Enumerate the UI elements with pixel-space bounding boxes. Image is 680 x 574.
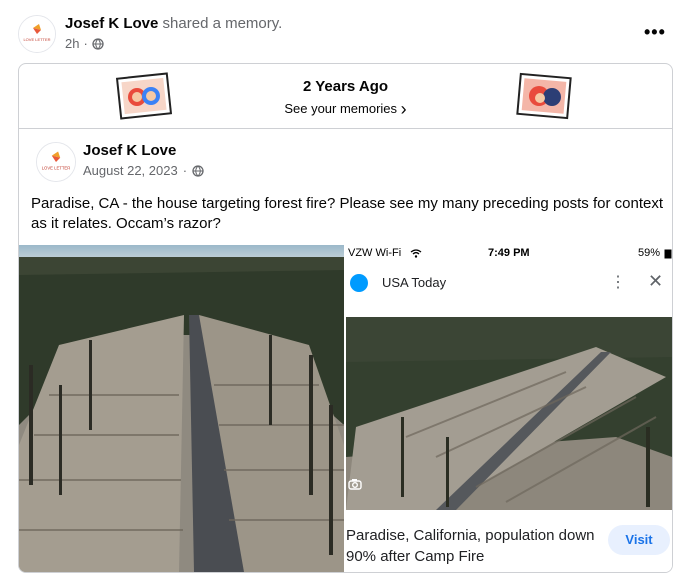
see-memories-label: See your memories [284, 101, 398, 116]
usa-today-logo [350, 274, 368, 292]
chevron-right-icon: › [400, 99, 407, 119]
news-aerial-photo [346, 317, 672, 510]
post-meta: 2h · [65, 36, 104, 51]
original-avatar[interactable]: LOVE LETTER [36, 142, 76, 182]
original-date[interactable]: August 22, 2023 [83, 163, 178, 178]
close-icon[interactable]: ✕ [648, 271, 663, 292]
wifi-icon [410, 249, 422, 258]
aerial-photo-burned-neighborhood[interactable] [19, 245, 344, 572]
memory-header[interactable]: 2 Years Ago See your memories › [19, 64, 672, 129]
shared-memory-post: LOVE LETTER Josef K Love shared a memory… [0, 0, 680, 574]
see-memories-link[interactable]: See your memories › [19, 99, 672, 120]
carrier: VZW Wi-Fi [348, 247, 402, 259]
original-date-row: August 22, 2023 · [83, 163, 204, 178]
more-icon[interactable]: ••• [644, 22, 666, 43]
love-letter-logo: LOVE LETTER [19, 16, 55, 52]
news-screenshot[interactable]: VZW Wi-Fi 7:49 PM 59% USA Today ⋮ ✕ Para… [346, 245, 672, 572]
news-source: USA Today [382, 275, 447, 290]
visit-button[interactable]: Visit [608, 525, 670, 555]
love-letter-logo: LOVE LETTER [37, 143, 75, 181]
post-header: Josef K Love shared a memory. [65, 15, 282, 32]
globe-icon [92, 37, 104, 50]
more-vert-icon[interactable]: ⋮ [610, 272, 626, 292]
post-action: shared a memory. [162, 15, 283, 32]
original-author[interactable]: Josef K Love [83, 142, 176, 159]
svg-text:LOVE LETTER: LOVE LETTER [23, 37, 50, 42]
svg-text:LOVE LETTER: LOVE LETTER [42, 165, 71, 170]
author-name[interactable]: Josef K Love [65, 15, 158, 32]
memory-card: 2 Years Ago See your memories › LOVE LET… [18, 63, 673, 573]
battery: 59% [638, 247, 661, 259]
post-time[interactable]: 2h [65, 36, 79, 51]
phone-time: 7:49 PM [488, 247, 530, 259]
news-headline[interactable]: Paradise, California, population down 90… [346, 525, 596, 567]
memory-title: 2 Years Ago [302, 78, 389, 95]
battery-icon [664, 249, 672, 259]
post-text: Paradise, CA - the house targeting fores… [31, 195, 663, 232]
news-source-bar: USA Today ⋮ ✕ [346, 263, 672, 303]
avatar[interactable]: LOVE LETTER [18, 15, 56, 53]
phone-status-bar: VZW Wi-Fi 7:49 PM 59% [346, 245, 672, 263]
globe-icon [192, 164, 204, 177]
camera-icon[interactable] [348, 477, 362, 491]
